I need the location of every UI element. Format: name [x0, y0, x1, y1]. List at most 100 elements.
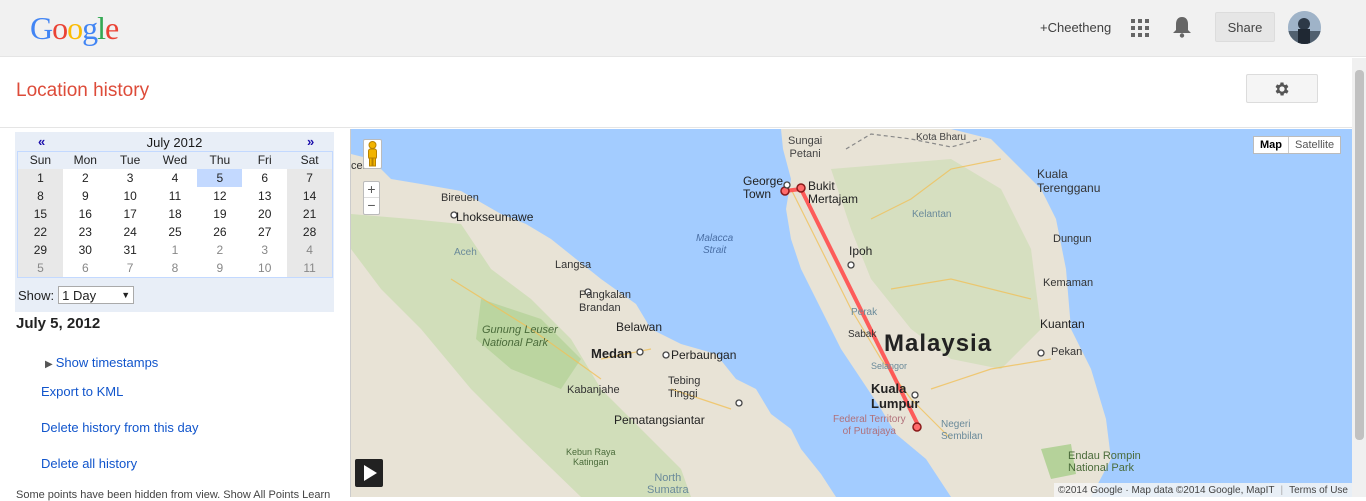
calendar-day[interactable]: 9: [63, 187, 108, 205]
map-type-map-button[interactable]: Map: [1254, 137, 1289, 153]
weekday-label: Tue: [120, 153, 141, 167]
map-label: Sungai Petani: [788, 135, 823, 160]
map-label: Perak: [851, 307, 878, 318]
calendar-day[interactable]: 3: [242, 241, 287, 259]
calendar-day[interactable]: 23: [63, 223, 108, 241]
map-type-toggle: Map Satellite: [1253, 136, 1342, 154]
calendar-week: 22 23 24 25 26 27 28: [18, 223, 333, 241]
export-kml-link[interactable]: Export to KML: [41, 384, 123, 399]
top-bar: Google +Cheetheng Share: [0, 0, 1366, 57]
settings-button[interactable]: [1246, 74, 1318, 103]
calendar-day[interactable]: 25: [153, 223, 198, 241]
calendar-day[interactable]: 17: [108, 205, 153, 223]
city-dot: [662, 351, 670, 359]
calendar-day[interactable]: 16: [63, 205, 108, 223]
gear-icon: [1275, 81, 1289, 96]
delete-all-history-link[interactable]: Delete all history: [41, 456, 137, 471]
terms-of-use-link[interactable]: Terms of Use: [1289, 485, 1348, 496]
calendar-day[interactable]: 2: [197, 241, 242, 259]
route-point: [796, 183, 806, 193]
city-dot: [1037, 349, 1045, 357]
calendar-day[interactable]: 8: [18, 187, 63, 205]
calendar-day[interactable]: 3: [108, 169, 153, 187]
bell-icon[interactable]: [1172, 16, 1192, 38]
calendar-week: 8 9 10 11 12 13 14: [18, 187, 333, 205]
calendar-day[interactable]: 11: [287, 259, 333, 277]
google-logo[interactable]: Google: [30, 10, 119, 46]
calendar-day[interactable]: 22: [18, 223, 63, 241]
calendar-day[interactable]: 26: [197, 223, 242, 241]
map-label: George Town: [743, 174, 784, 201]
calendar-day[interactable]: 31: [108, 241, 153, 259]
pegman-icon[interactable]: [363, 139, 382, 169]
next-month-button[interactable]: »: [307, 134, 314, 149]
calendar-day[interactable]: 7: [108, 259, 153, 277]
play-button[interactable]: [355, 459, 383, 487]
calendar-week: 29 30 31 1 2 3 4: [18, 241, 333, 259]
calendar-day[interactable]: 24: [108, 223, 153, 241]
prev-month-button[interactable]: «: [38, 134, 45, 149]
city-dot: [636, 348, 644, 356]
weekday-label: Mon: [73, 153, 97, 167]
map-label: Tebing Tinggi: [668, 375, 701, 400]
map-label: Langsa: [555, 259, 592, 271]
calendar-day[interactable]: 8: [153, 259, 198, 277]
calendar-day[interactable]: 10: [108, 187, 153, 205]
calendar-grid: Sun Mon Tue Wed Thu Fri Sat 1 2 3 4 5 6 …: [17, 151, 333, 278]
calendar-day[interactable]: 27: [242, 223, 287, 241]
show-range-row: Show: 1 Day ▼: [18, 286, 135, 304]
calendar-day[interactable]: 7: [287, 169, 333, 187]
calendar-day[interactable]: 4: [153, 169, 198, 187]
calendar-day[interactable]: 19: [197, 205, 242, 223]
calendar-day[interactable]: 15: [18, 205, 63, 223]
logo-letter: l: [97, 10, 106, 46]
map-label: Belawan: [616, 320, 663, 334]
attribution-text: ©2014 Google · Map data ©2014 Google, Ma…: [1057, 484, 1275, 496]
selected-date-heading: July 5, 2012: [16, 315, 101, 332]
month-label: July 2012: [146, 135, 203, 150]
calendar-day[interactable]: 18: [153, 205, 198, 223]
calendar-day[interactable]: 1: [153, 241, 198, 259]
calendar-day[interactable]: 1: [18, 169, 63, 187]
delete-day-history-link[interactable]: Delete history from this day: [41, 420, 199, 435]
zoom-out-button[interactable]: −: [364, 198, 379, 214]
map-view[interactable]: ceh Sungai Petani Kota Bharu George Town…: [350, 129, 1352, 497]
calendar-day[interactable]: 21: [287, 205, 333, 223]
calendar-day[interactable]: 13: [242, 187, 287, 205]
calendar-day[interactable]: 4: [287, 241, 333, 259]
calendar-day[interactable]: 10: [242, 259, 287, 277]
calendar-day[interactable]: 6: [63, 259, 108, 277]
map-label: Pematangsiantar: [614, 413, 705, 427]
share-button[interactable]: Share: [1215, 12, 1275, 42]
scrollbar-thumb[interactable]: [1355, 70, 1364, 440]
zoom-in-button[interactable]: +: [364, 182, 379, 198]
calendar-day[interactable]: 14: [287, 187, 333, 205]
show-timestamps-label: Show timestamps: [55, 355, 159, 370]
map-label: Dungun: [1053, 233, 1092, 245]
calendar-day[interactable]: 12: [197, 187, 242, 205]
range-select[interactable]: 1 Day ▼: [58, 286, 135, 304]
weekday-row: Sun Mon Tue Wed Thu Fri Sat: [18, 152, 332, 169]
calendar-day[interactable]: 6: [242, 169, 287, 187]
calendar-day[interactable]: 5: [18, 259, 63, 277]
map-label: Malaysia: [884, 330, 993, 357]
calendar-day[interactable]: 2: [63, 169, 108, 187]
calendar-day[interactable]: 20: [242, 205, 287, 223]
map-attribution: ©2014 Google · Map data ©2014 Google, Ma…: [1053, 483, 1352, 497]
calendar-day[interactable]: 11: [153, 187, 198, 205]
avatar[interactable]: [1288, 11, 1321, 44]
user-profile-link[interactable]: +Cheetheng: [1040, 20, 1111, 35]
calendar-week: 15 16 17 18 19 20 21: [18, 205, 333, 223]
map-type-satellite-button[interactable]: Satellite: [1289, 137, 1340, 153]
show-timestamps-toggle[interactable]: ▶ Show timestamps: [45, 355, 158, 370]
calendar-day[interactable]: 28: [287, 223, 333, 241]
city-dot: [735, 399, 743, 407]
map-label: Pekan: [1051, 346, 1083, 358]
calendar-day[interactable]: 9: [197, 259, 242, 277]
apps-grid-icon[interactable]: [1131, 19, 1149, 37]
map-label: Kuala Terengganu: [1037, 167, 1101, 195]
calendar: July 2012 « » Sun Mon Tue Wed Thu Fri Sa…: [15, 132, 334, 312]
calendar-day[interactable]: 30: [63, 241, 108, 259]
calendar-day[interactable]: 29: [18, 241, 63, 259]
calendar-day-selected[interactable]: 5: [197, 169, 243, 187]
